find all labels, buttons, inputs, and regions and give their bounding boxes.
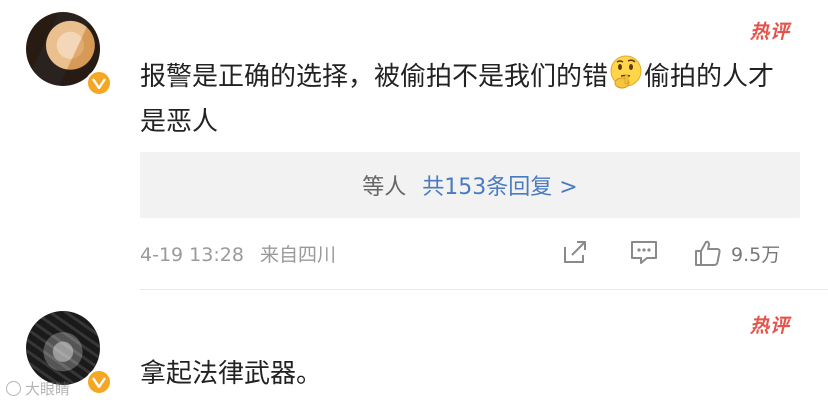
hot-comment-tag: 热评 [749, 315, 790, 337]
watermark: 大眼睛 [6, 378, 70, 399]
comment-date: 4-19 13:28 [140, 244, 244, 266]
comment-item: 热评 拿起法律武器。 [0, 291, 828, 407]
comment-icon [631, 241, 657, 264]
hot-comment-tag: 热评 [749, 21, 790, 43]
comment-source: 来自四川 [259, 244, 336, 266]
comment-text: 拿起法律武器。 [140, 359, 323, 389]
view-replies-link[interactable]: 共153条回复 > [422, 169, 577, 201]
comment-item: 热评 报警是正确的选择，被偷拍不是我们的错 偷拍的人才是恶人 等人 共153条回… [0, 0, 828, 290]
watermark-text: 大眼睛 [25, 380, 71, 398]
comment-text-part-1: 报警是正确的选择，被偷拍不是我们的错 [140, 62, 609, 92]
like-count: 9.5万 [731, 243, 781, 266]
share-icon [564, 241, 586, 263]
share-button[interactable] [561, 238, 589, 266]
replies-prefix: 等人 [362, 175, 407, 200]
comment-divider [140, 289, 828, 290]
comment-meta: 4-19 13:28 来自四川 [140, 240, 336, 267]
like-button[interactable]: 9.5万 [693, 238, 780, 268]
comment-text: 报警是正确的选择，被偷拍不是我们的错 偷拍的人才是恶人 [140, 54, 800, 145]
reply-button[interactable] [629, 238, 659, 266]
verified-badge-icon [86, 70, 112, 96]
watermark-logo-icon [6, 381, 21, 396]
thinking-face-icon [610, 55, 642, 89]
verified-badge-icon [86, 369, 112, 395]
replies-summary[interactable]: 等人 共153条回复 > [140, 152, 800, 218]
thumbs-up-icon [695, 240, 721, 266]
